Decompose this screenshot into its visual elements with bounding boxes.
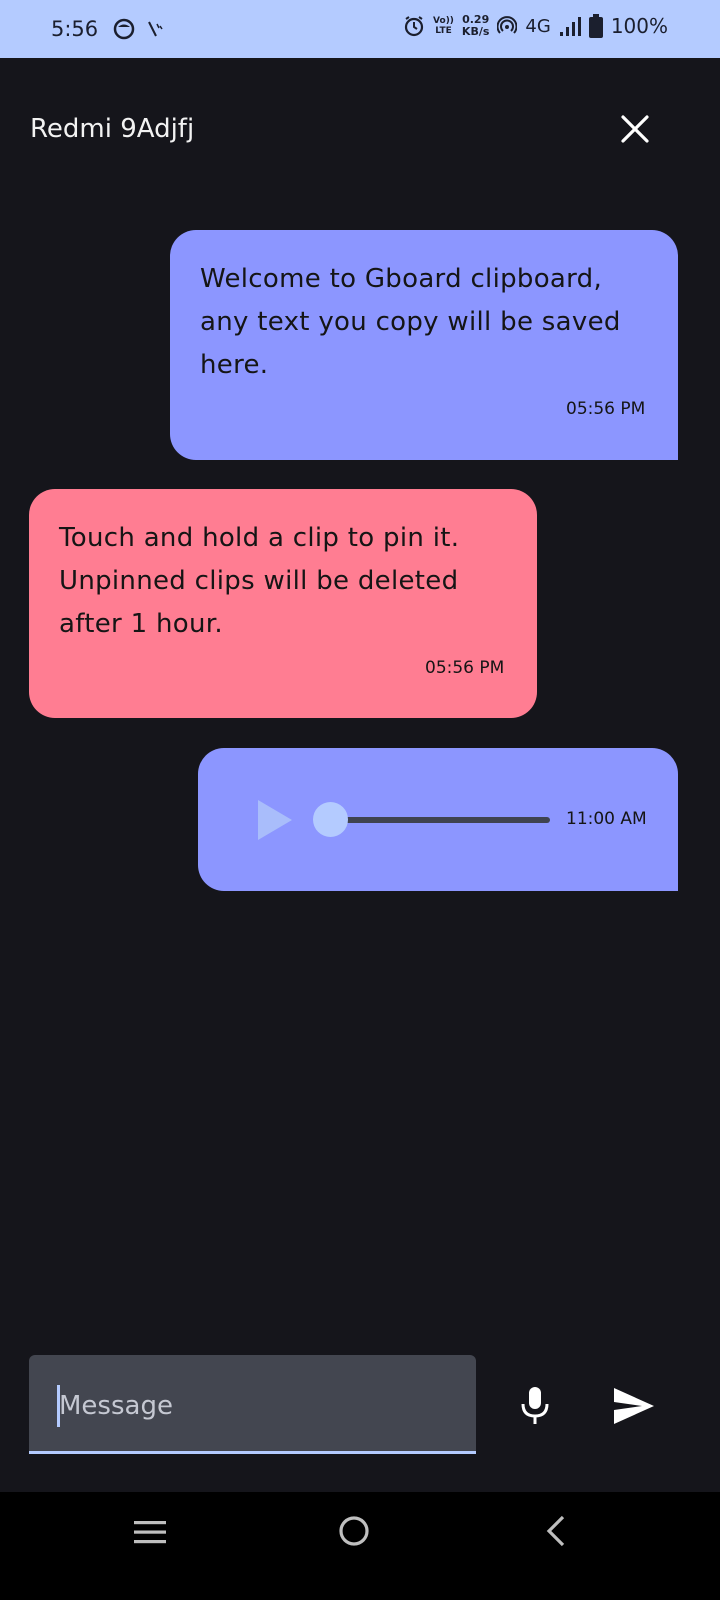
audio-seek-track[interactable] — [330, 817, 550, 823]
close-button[interactable] — [618, 112, 652, 146]
message-time: 05:56 PM — [566, 399, 646, 419]
status-time: 5:56 — [51, 17, 99, 41]
nav-recents-button[interactable] — [134, 1519, 166, 1549]
send-icon — [614, 1388, 654, 1424]
menu-icon — [134, 1521, 166, 1544]
message-bubble-incoming[interactable]: Touch and hold a clip to pin it. Unpinne… — [29, 489, 537, 718]
message-bubble-outgoing[interactable]: Welcome to Gboard clipboard, any text yo… — [170, 230, 678, 460]
status-bar: 5:56 Vo)) LTE 0.29 KB/s 4G 100% — [0, 0, 720, 58]
message-time: 05:56 PM — [425, 658, 505, 678]
battery-icon — [588, 14, 603, 38]
message-text: Welcome to Gboard clipboard, any text yo… — [200, 264, 621, 380]
nav-home-button[interactable] — [337, 1514, 371, 1552]
network-type: 4G — [525, 15, 551, 37]
alarm-icon — [404, 16, 424, 37]
mic-icon — [521, 1387, 549, 1424]
home-icon — [339, 1516, 369, 1546]
battery-percent: 100% — [610, 14, 668, 38]
message-text: Touch and hold a clip to pin it. Unpinne… — [59, 523, 460, 639]
ghost-icon — [113, 18, 135, 40]
volte-indicator: Vo)) LTE — [433, 16, 454, 36]
signal-bars-icon — [559, 17, 581, 36]
text-caret — [57, 1385, 60, 1427]
mic-button[interactable] — [518, 1387, 552, 1425]
message-input[interactable] — [57, 1385, 461, 1427]
signal-slash-icon — [148, 21, 163, 37]
send-button[interactable] — [612, 1386, 656, 1426]
net-speed: 0.29 KB/s — [461, 13, 490, 38]
nav-back-button[interactable] — [543, 1514, 569, 1552]
contact-name: Redmi 9Adjfj — [30, 114, 195, 144]
back-icon — [546, 1515, 565, 1547]
play-icon — [258, 800, 292, 840]
close-icon — [621, 115, 649, 143]
message-input-container[interactable] — [29, 1355, 476, 1454]
audio-seek-thumb[interactable] — [313, 802, 348, 837]
message-time: 11:00 AM — [566, 809, 647, 829]
hotspot-icon — [497, 16, 518, 34]
play-button[interactable] — [258, 800, 292, 844]
